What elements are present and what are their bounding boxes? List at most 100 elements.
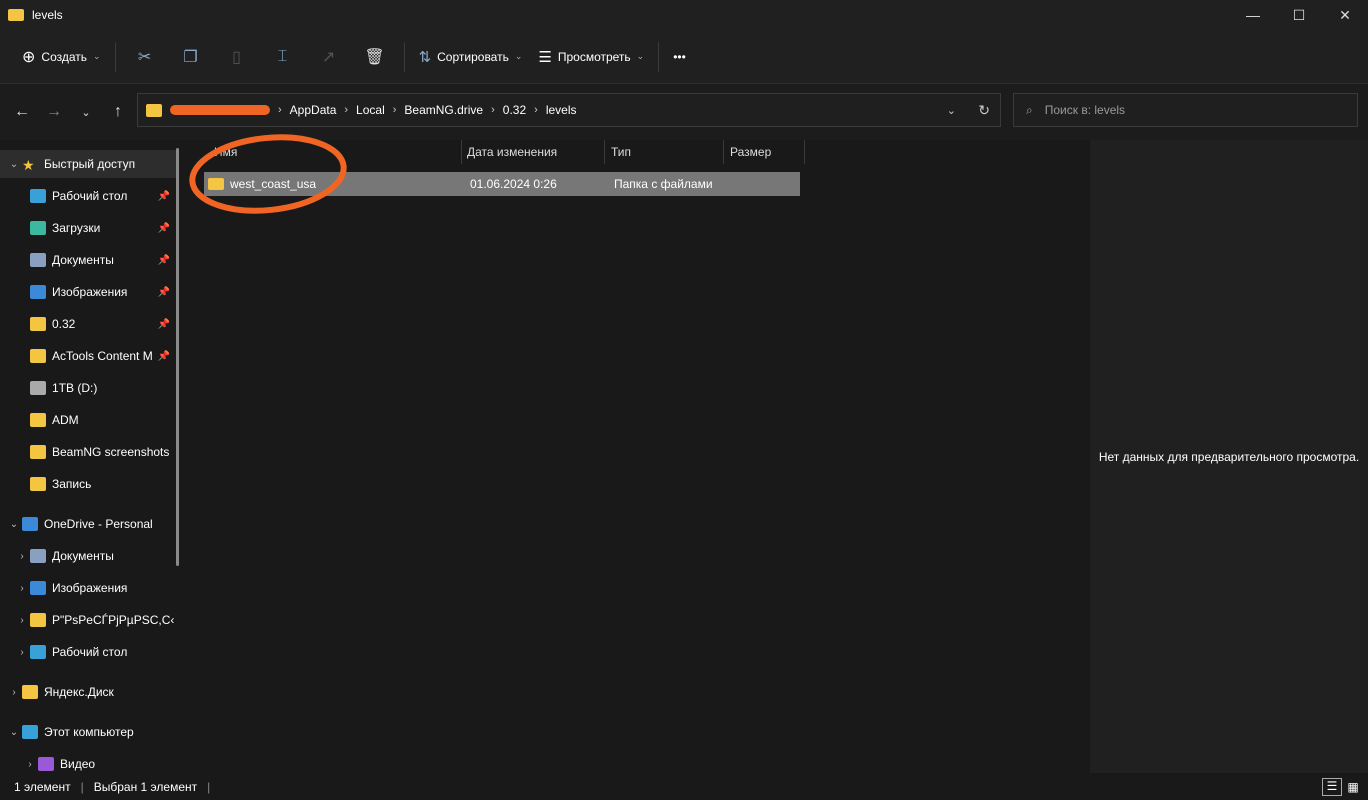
- more-button[interactable]: •••: [665, 40, 694, 74]
- title-bar: levels — ☐ ✕: [0, 0, 1368, 30]
- chevron-down-icon[interactable]: ⌄: [6, 519, 22, 530]
- sidebar-item-label: OneDrive - Personal: [44, 517, 153, 531]
- folder-icon: [30, 613, 46, 627]
- sidebar-item[interactable]: › Изображения: [0, 574, 178, 602]
- share-button[interactable]: ↗: [306, 40, 352, 74]
- create-button[interactable]: ⊕ Создать ⌄: [14, 40, 109, 74]
- sidebar-item[interactable]: ADM: [0, 406, 178, 434]
- star-icon: ★: [22, 157, 35, 173]
- sort-icon: ⇅: [418, 48, 432, 66]
- chevron-down-icon[interactable]: ⌄: [6, 727, 22, 738]
- file-list: Имя Дата изменения Тип Размер west_coast…: [188, 134, 1090, 773]
- chevron-down-icon[interactable]: ⌄: [947, 104, 956, 117]
- breadcrumb[interactable]: Local: [356, 103, 385, 117]
- status-bar: 1 элемент | Выбран 1 элемент | ☰ ▦: [0, 773, 1368, 800]
- sidebar-item-label: Изображения: [52, 285, 128, 299]
- folder-icon: [30, 349, 46, 363]
- chevron-right-icon[interactable]: ›: [14, 583, 30, 594]
- folder-icon: [30, 445, 46, 459]
- pin-icon: 📌: [157, 190, 170, 202]
- chevron-right-icon[interactable]: ›: [14, 615, 30, 626]
- column-type[interactable]: Тип: [605, 140, 724, 164]
- sidebar-item[interactable]: › P"PsPeCЃPjPµPSC,C‹: [0, 606, 178, 634]
- sidebar-item[interactable]: Документы 📌: [0, 246, 178, 274]
- breadcrumb[interactable]: 0.32: [503, 103, 526, 117]
- sidebar-item-label: P"PsPeCЃPjPµPSC,C‹: [52, 613, 175, 627]
- recent-button[interactable]: ⌄: [70, 106, 102, 119]
- column-size[interactable]: Размер: [724, 140, 805, 164]
- tiles-view-icon[interactable]: ▦: [1344, 780, 1362, 794]
- sidebar-item[interactable]: › Яндекс.Диск: [0, 678, 178, 706]
- breadcrumb[interactable]: BeamNG.drive: [404, 103, 483, 117]
- item-count: 1 элемент: [14, 779, 71, 794]
- sidebar-item[interactable]: › Рабочий стол: [0, 638, 178, 666]
- redacted-path: [170, 105, 270, 115]
- sidebar-item[interactable]: Запись: [0, 470, 178, 498]
- pin-icon: 📌: [157, 318, 170, 330]
- annotation-circle: [189, 134, 347, 214]
- sidebar-item-label: 0.32: [52, 317, 76, 331]
- search-input[interactable]: ⌕ Поиск в: levels: [1013, 93, 1358, 127]
- paste-icon: ▯: [232, 48, 241, 66]
- chevron-right-icon[interactable]: ›: [14, 647, 30, 658]
- breadcrumb[interactable]: AppData: [290, 103, 337, 117]
- folder-icon: [38, 757, 54, 771]
- address-bar[interactable]: › AppData › Local › BeamNG.drive › 0.32 › le…: [137, 93, 1001, 127]
- divider: [114, 41, 116, 72]
- folder-icon: [30, 413, 46, 427]
- search-icon: ⌕: [1026, 102, 1033, 117]
- back-button[interactable]: ←: [6, 103, 38, 121]
- sort-button[interactable]: ⇅ Сортировать ⌄: [411, 40, 531, 74]
- sidebar-item[interactable]: Изображения 📌: [0, 278, 178, 306]
- chevron-right-icon[interactable]: ›: [6, 687, 22, 698]
- sidebar-item[interactable]: › Документы: [0, 542, 178, 570]
- sidebar-item[interactable]: Рабочий стол 📌: [0, 182, 178, 210]
- file-date: 01.06.2024 0:26: [470, 177, 557, 191]
- sidebar-item-label: Яндекс.Диск: [44, 685, 114, 699]
- chevron-down-icon[interactable]: ⌄: [6, 159, 22, 170]
- scissors-icon: ✂: [137, 48, 152, 66]
- cut-button[interactable]: ✂: [122, 40, 168, 74]
- column-date[interactable]: Дата изменения: [461, 140, 605, 164]
- sidebar-item[interactable]: ⌄ Этот компьютер: [0, 718, 178, 746]
- rename-icon: ⌶: [277, 47, 288, 65]
- sidebar-item[interactable]: ⌄ ★ Быстрый доступ: [0, 150, 178, 178]
- details-view-icon[interactable]: ☰: [1322, 777, 1342, 796]
- sidebar-item-label: Документы: [52, 253, 114, 267]
- view-button[interactable]: ☰ Просмотреть ⌄: [530, 40, 652, 74]
- folder-icon: [30, 477, 46, 491]
- sidebar-item[interactable]: 0.32 📌: [0, 310, 178, 338]
- copy-button[interactable]: ❐: [168, 40, 214, 74]
- chevron-right-icon[interactable]: ›: [22, 759, 38, 770]
- folder-icon: [30, 317, 46, 331]
- forward-button[interactable]: →: [38, 103, 70, 121]
- sidebar-item[interactable]: ⌄ OneDrive - Personal: [0, 510, 178, 538]
- pin-icon: 📌: [157, 350, 170, 362]
- folder-icon: [22, 685, 38, 699]
- breadcrumb[interactable]: levels: [546, 103, 577, 117]
- sidebar-item-label: ADM: [52, 413, 79, 427]
- close-button[interactable]: ✕: [1322, 0, 1368, 30]
- folder-icon: [22, 725, 38, 739]
- folder-icon: [30, 221, 46, 235]
- sidebar-item[interactable]: AcTools Content M 📌: [0, 342, 178, 370]
- sidebar-item-label: Видео: [60, 757, 96, 771]
- paste-button[interactable]: ▯: [214, 40, 260, 74]
- chevron-right-icon[interactable]: ›: [14, 551, 30, 562]
- delete-button[interactable]: 🗑: [352, 40, 398, 74]
- sidebar-item[interactable]: Загрузки 📌: [0, 214, 178, 242]
- sidebar-scrollbar[interactable]: [176, 148, 179, 566]
- maximize-button[interactable]: ☐: [1276, 0, 1322, 30]
- sidebar-item-label: Этот компьютер: [44, 725, 134, 739]
- share-icon: ↗: [321, 48, 336, 66]
- folder-icon: [22, 517, 38, 531]
- sidebar-item[interactable]: BeamNG screenshots: [0, 438, 178, 466]
- pin-icon: 📌: [157, 254, 170, 266]
- preview-pane: Нет данных для предварительного просмотр…: [1090, 140, 1368, 773]
- minimize-button[interactable]: —: [1230, 0, 1276, 30]
- refresh-icon[interactable]: ↻: [978, 102, 990, 119]
- rename-button[interactable]: ⌶: [260, 40, 306, 74]
- sidebar-item[interactable]: 1TB (D:): [0, 374, 178, 402]
- up-button[interactable]: ↑: [102, 103, 134, 121]
- folder-icon: [146, 103, 162, 117]
